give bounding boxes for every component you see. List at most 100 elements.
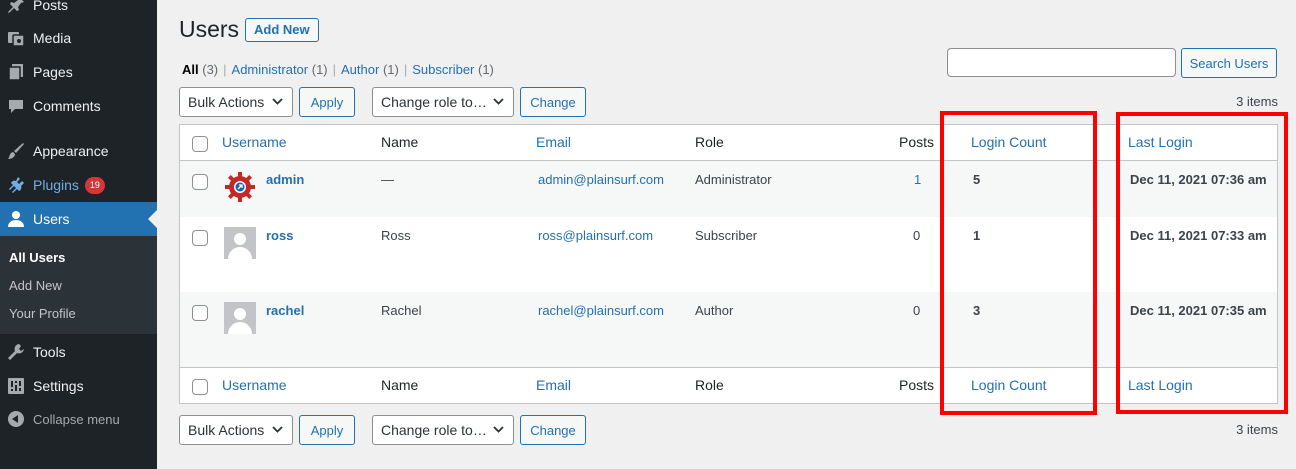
filter-all[interactable]: All xyxy=(182,62,199,77)
collapse-arrow-icon xyxy=(8,411,24,427)
settings-sliders-icon xyxy=(6,376,26,396)
bulk-actions-select-top[interactable]: Bulk Actions xyxy=(179,87,293,117)
comments-icon xyxy=(6,96,26,116)
user-posts: 0 xyxy=(913,228,921,243)
users-table: Username Name Email Role Posts Login Cou… xyxy=(179,124,1278,404)
column-posts: Posts xyxy=(899,134,935,150)
search-users-input[interactable] xyxy=(947,48,1176,77)
chevron-down-icon xyxy=(272,96,283,110)
default-avatar xyxy=(224,227,256,259)
column-email[interactable]: Email xyxy=(536,134,571,150)
menu-plugins[interactable]: Plugins 19 xyxy=(0,168,157,202)
user-name: Ross xyxy=(381,228,411,243)
user-role: Subscriber xyxy=(695,228,758,243)
filter-author[interactable]: Author xyxy=(341,62,379,77)
filter-administrator[interactable]: Administrator xyxy=(232,62,309,77)
user-last-login: Dec 11, 2021 07:36 am xyxy=(1130,172,1267,187)
admin-sidebar: Posts Media Pages Comments Appearance Pl… xyxy=(0,0,157,469)
menu-appearance-label: Appearance xyxy=(33,143,109,159)
column-last-login[interactable]: Last Login xyxy=(1128,134,1193,150)
user-email-link[interactable]: ross@plainsurf.com xyxy=(538,228,653,243)
bulk-actions-value: Bulk Actions xyxy=(188,422,265,438)
user-icon xyxy=(6,209,26,229)
user-name: — xyxy=(381,172,394,187)
pages-icon xyxy=(6,62,26,82)
submenu-your-profile[interactable]: Your Profile xyxy=(9,306,76,321)
username-link[interactable]: admin xyxy=(266,172,304,187)
user-role: Administrator xyxy=(695,172,772,187)
menu-plugins-label: Plugins xyxy=(33,177,79,193)
collapse-menu-button[interactable]: Collapse menu xyxy=(0,405,157,433)
menu-tools-label: Tools xyxy=(33,344,66,360)
menu-media[interactable]: Media xyxy=(0,21,157,55)
change-role-select-bottom[interactable]: Change role to… xyxy=(372,415,514,445)
filter-subscriber-count: (1) xyxy=(478,62,494,77)
apply-button-top[interactable]: Apply xyxy=(299,87,355,117)
menu-users[interactable]: Users xyxy=(0,202,157,236)
user-email-link[interactable]: admin@plainsurf.com xyxy=(538,172,664,187)
search-users-button[interactable]: Search Users xyxy=(1181,48,1277,78)
username-link[interactable]: rachel xyxy=(266,303,304,318)
user-role: Author xyxy=(695,303,734,318)
chevron-down-icon xyxy=(272,424,283,438)
column-role-footer: Role xyxy=(695,377,724,393)
user-login-count: 3 xyxy=(973,303,981,318)
menu-settings-label: Settings xyxy=(33,378,84,394)
column-username-footer[interactable]: Username xyxy=(222,377,287,393)
column-login-count[interactable]: Login Count xyxy=(971,134,1047,150)
plugins-update-badge: 19 xyxy=(84,176,105,194)
paintbrush-icon xyxy=(6,141,26,161)
user-login-count: 1 xyxy=(973,228,981,243)
media-icon xyxy=(6,28,26,48)
column-role: Role xyxy=(695,134,724,150)
filter-administrator-count: (1) xyxy=(311,62,328,77)
user-last-login: Dec 11, 2021 07:33 am xyxy=(1130,228,1267,243)
submenu-all-users[interactable]: All Users xyxy=(9,250,65,265)
menu-posts[interactable]: Posts xyxy=(0,0,157,22)
menu-settings[interactable]: Settings xyxy=(0,369,157,403)
username-link[interactable]: ross xyxy=(266,228,293,243)
user-posts: 0 xyxy=(913,303,921,318)
bulk-actions-select-bottom[interactable]: Bulk Actions xyxy=(179,415,293,445)
change-role-select-top[interactable]: Change role to… xyxy=(372,87,514,117)
default-avatar xyxy=(224,302,256,334)
filter-subscriber[interactable]: Subscriber xyxy=(412,62,474,77)
plugin-icon xyxy=(6,175,26,195)
menu-appearance[interactable]: Appearance xyxy=(0,134,157,168)
admin-gear-avatar xyxy=(224,171,256,203)
select-all-checkbox[interactable] xyxy=(192,136,208,152)
table-row: ross Ross ross@plainsurf.com Subscriber … xyxy=(180,217,1277,292)
submenu-add-new[interactable]: Add New xyxy=(9,278,62,293)
table-footer-row: Username Name Email Role Posts Login Cou… xyxy=(180,367,1277,403)
user-email-link[interactable]: rachel@plainsurf.com xyxy=(538,303,664,318)
menu-tools[interactable]: Tools xyxy=(0,335,157,369)
pin-icon xyxy=(6,0,26,15)
row-checkbox[interactable] xyxy=(192,174,208,190)
filter-all-count: (3) xyxy=(202,62,219,77)
menu-comments[interactable]: Comments xyxy=(0,89,157,123)
row-checkbox[interactable] xyxy=(192,230,208,246)
change-button-bottom[interactable]: Change xyxy=(520,415,586,445)
select-all-checkbox-footer[interactable] xyxy=(192,379,208,395)
menu-media-label: Media xyxy=(33,30,72,46)
apply-button-bottom[interactable]: Apply xyxy=(299,415,355,445)
change-role-value: Change role to… xyxy=(381,422,487,438)
column-login-count-footer[interactable]: Login Count xyxy=(971,377,1047,393)
user-name: Rachel xyxy=(381,303,422,318)
chevron-down-icon xyxy=(493,96,504,110)
wrench-icon xyxy=(6,342,26,362)
menu-pages[interactable]: Pages xyxy=(0,55,157,89)
items-count-bottom: 3 items xyxy=(1236,422,1278,437)
user-last-login: Dec 11, 2021 07:35 am xyxy=(1130,303,1267,318)
bulk-actions-value: Bulk Actions xyxy=(188,94,265,110)
user-posts-link[interactable]: 1 xyxy=(914,172,921,187)
column-last-login-footer[interactable]: Last Login xyxy=(1128,377,1193,393)
column-email-footer[interactable]: Email xyxy=(536,377,571,393)
column-posts-footer: Posts xyxy=(899,377,935,393)
add-new-button[interactable]: Add New xyxy=(245,18,319,42)
user-login-count: 5 xyxy=(973,172,981,187)
column-username[interactable]: Username xyxy=(222,134,287,150)
change-button-top[interactable]: Change xyxy=(520,87,586,117)
row-checkbox[interactable] xyxy=(192,305,208,321)
change-role-value: Change role to… xyxy=(381,94,487,110)
